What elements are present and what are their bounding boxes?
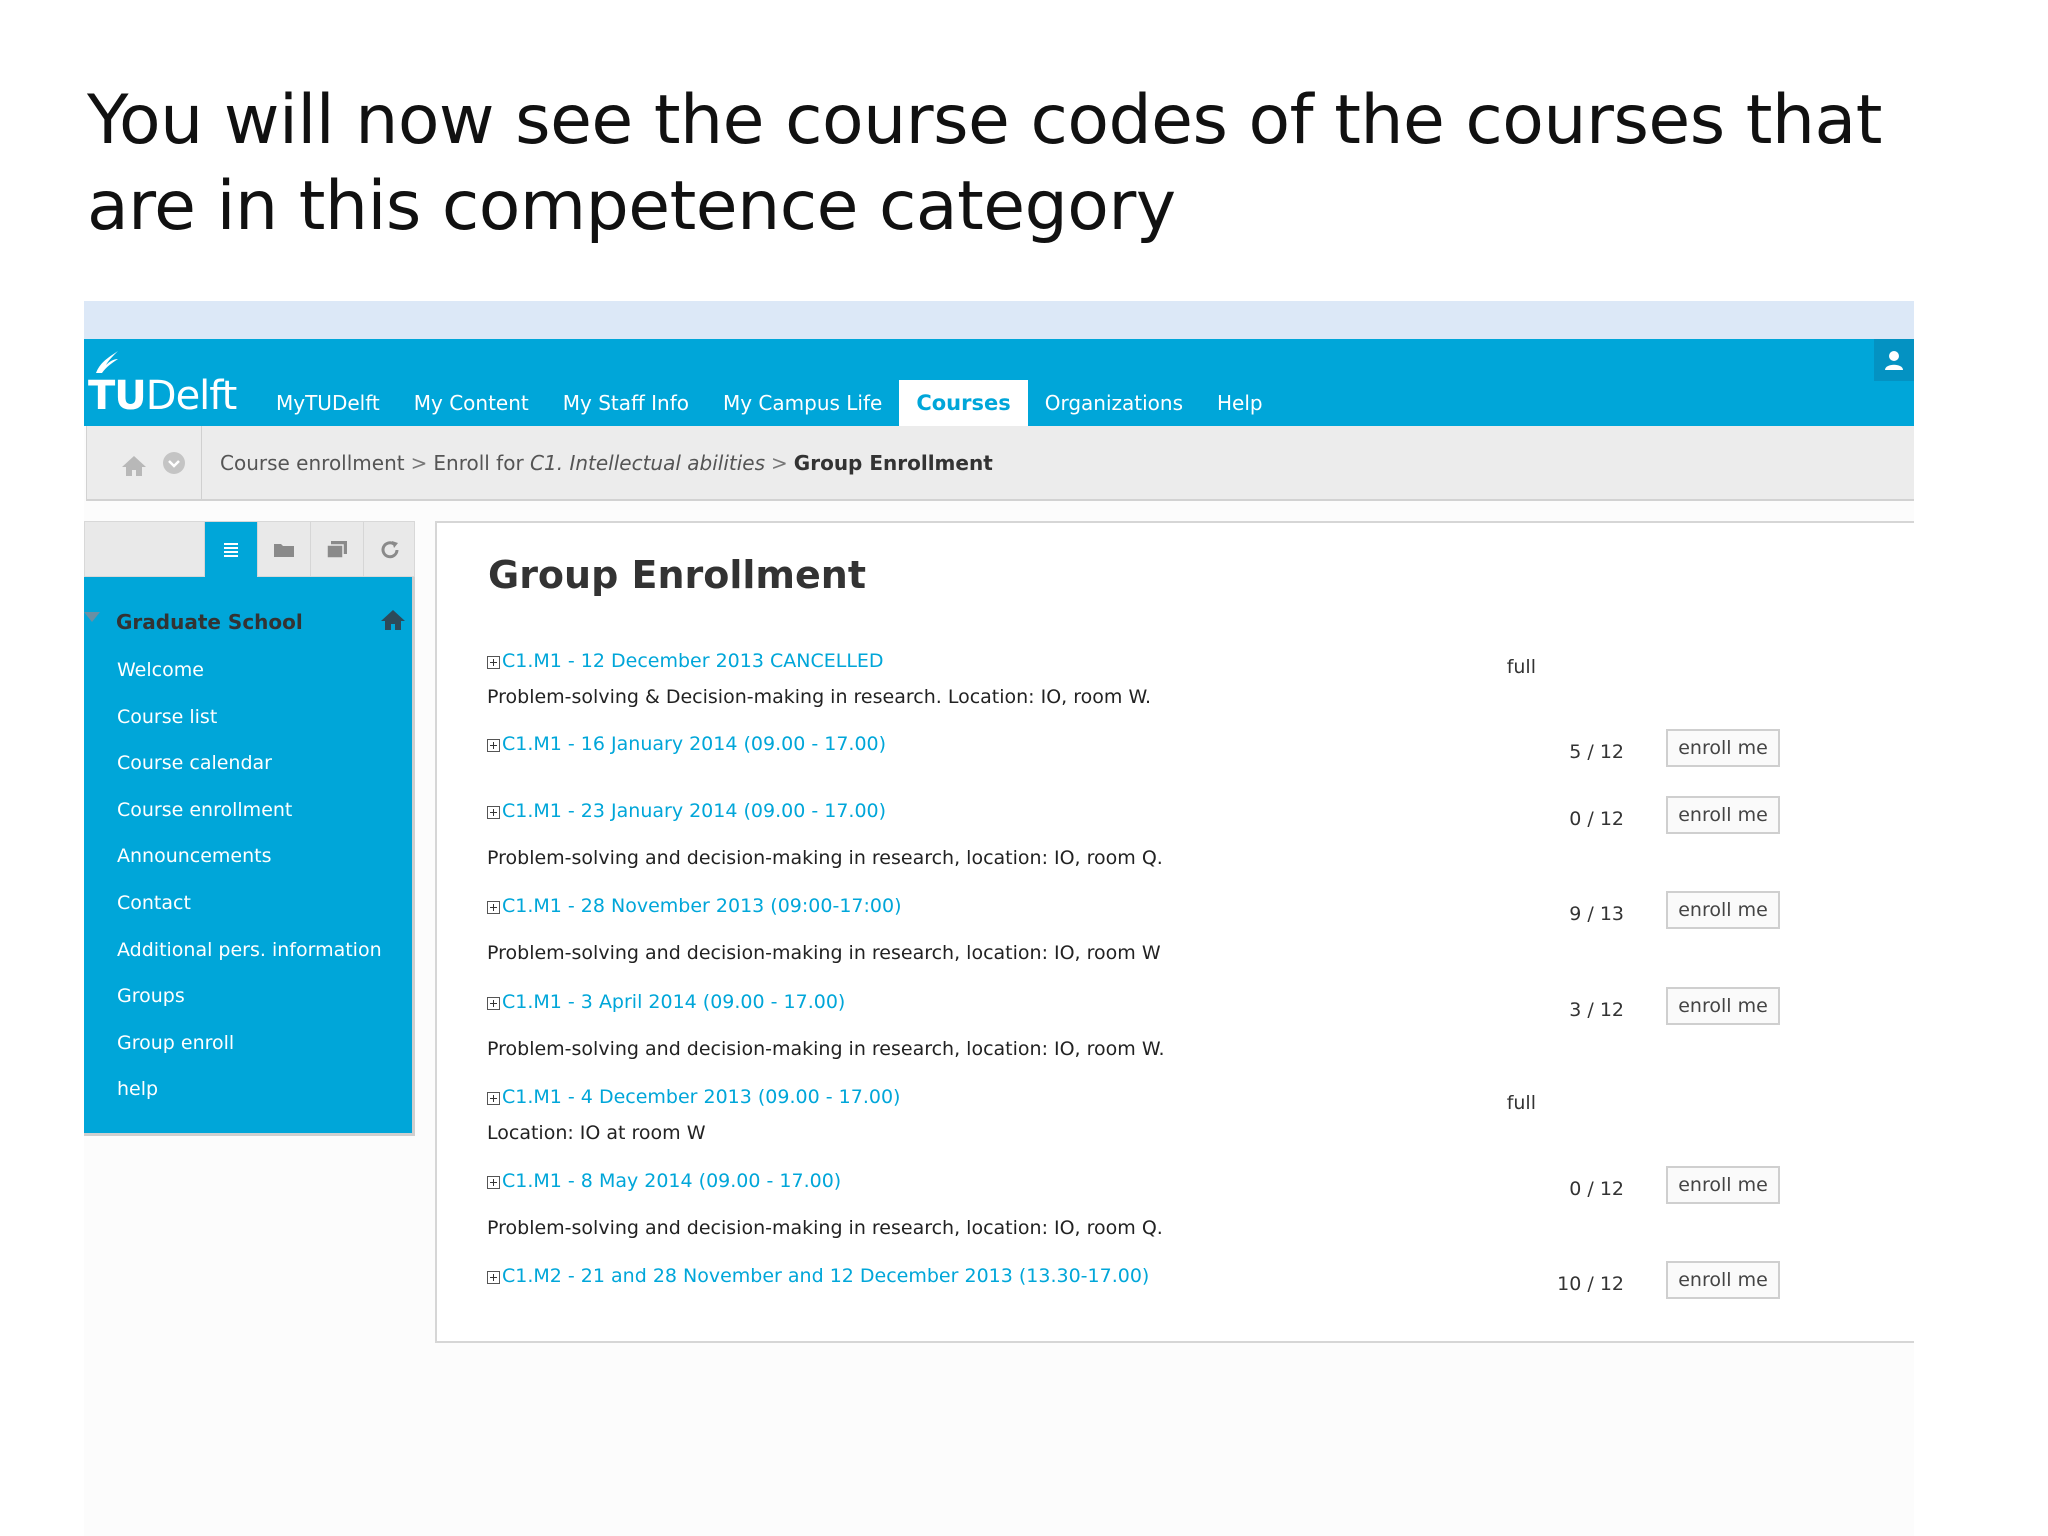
enroll-me-button[interactable]: enroll me — [1666, 1166, 1780, 1204]
expand-plus-icon[interactable] — [487, 1175, 500, 1189]
slide-title-line-2: are in this competence category — [87, 167, 1176, 246]
nav-my-staff-info[interactable]: My Staff Info — [546, 380, 706, 426]
group-count: 10 / 12 — [1557, 1273, 1624, 1295]
breadcrumb-separator: > — [410, 451, 428, 475]
group-link[interactable]: C1.M1 - 28 November 2013 (09:00-17:00) — [487, 895, 902, 917]
refresh-button[interactable] — [363, 522, 416, 577]
group-status: full — [1506, 656, 1536, 678]
logo-text: TUDelft — [88, 373, 237, 419]
sidebar-item-welcome[interactable]: Welcome — [117, 647, 382, 694]
list-icon — [224, 542, 238, 557]
slide-title-line-1: You will now see the course codes of the… — [87, 81, 1882, 160]
main-nav: MyTUDelft My Content My Staff Info My Ca… — [259, 380, 1280, 426]
expand-plus-icon[interactable] — [487, 805, 500, 819]
group-status: full — [1506, 1092, 1536, 1114]
expand-plus-icon[interactable] — [487, 655, 500, 669]
expand-plus-icon[interactable] — [487, 996, 500, 1010]
breadcrumb: Course enrollment > Enroll for C1. Intelle… — [220, 451, 993, 475]
enroll-me-button[interactable]: enroll me — [1666, 987, 1780, 1025]
home-icon[interactable] — [380, 609, 406, 631]
enroll-me-button[interactable]: enroll me — [1666, 1261, 1780, 1299]
breadcrumb-separator: > — [771, 451, 788, 475]
sidebar-item-help[interactable]: help — [117, 1066, 382, 1113]
sidebar-item-announcements[interactable]: Announcements — [117, 833, 382, 880]
group-link[interactable]: C1.M1 - 3 April 2014 (09.00 - 17.00) — [487, 991, 845, 1013]
window-view-button[interactable] — [310, 522, 363, 577]
home-icon[interactable] — [121, 455, 147, 477]
group-count: 3 / 12 — [1569, 999, 1624, 1021]
screenshot-frame: TUDelft MyTUDelft My Content My Staff In… — [84, 301, 1914, 1536]
sidebar-menu: Graduate School Welcome Course list Cour… — [84, 577, 415, 1136]
group-description: Problem-solving and decision-making in r… — [487, 847, 1163, 869]
breadcrumb-bar: Course enrollment > Enroll for C1. Intelle… — [86, 426, 1914, 501]
window-icon — [326, 540, 347, 559]
user-icon — [1885, 351, 1903, 370]
enroll-me-button[interactable]: enroll me — [1666, 891, 1780, 929]
group-description: Problem-solving and decision-making in r… — [487, 942, 1161, 964]
breadcrumb-icons — [87, 426, 202, 499]
expand-plus-icon[interactable] — [487, 900, 500, 914]
group-count: 0 / 12 — [1569, 1178, 1624, 1200]
slide-title: You will now see the course codes of the… — [87, 78, 1887, 250]
group-description: Problem-solving & Decision-making in res… — [487, 686, 1152, 708]
breadcrumb-current: Group Enrollment — [793, 451, 993, 475]
group-link[interactable]: C1.M1 - 12 December 2013 CANCELLED — [487, 650, 884, 672]
sidebar: Graduate School Welcome Course list Cour… — [84, 521, 415, 1136]
flame-icon — [96, 351, 118, 373]
browser-top-strip — [84, 301, 1914, 339]
sidebar-item-groups[interactable]: Groups — [117, 973, 382, 1020]
sidebar-item-course-list[interactable]: Course list — [117, 694, 382, 741]
tudelft-logo[interactable]: TUDelft — [88, 349, 258, 419]
sidebar-item-course-enrollment[interactable]: Course enrollment — [117, 787, 382, 834]
folder-view-button[interactable] — [257, 522, 310, 577]
group-count: 5 / 12 — [1569, 741, 1624, 763]
nav-my-content[interactable]: My Content — [397, 380, 546, 426]
nav-help[interactable]: Help — [1200, 380, 1280, 426]
sidebar-item-course-calendar[interactable]: Course calendar — [117, 740, 382, 787]
chevron-down-icon[interactable] — [162, 451, 186, 475]
group-description: Location: IO at room W — [487, 1122, 706, 1144]
folder-icon — [274, 543, 294, 557]
group-link[interactable]: C1.M1 - 23 January 2014 (09.00 - 17.00) — [487, 800, 886, 822]
expand-plus-icon[interactable] — [487, 1270, 500, 1284]
expand-plus-icon[interactable] — [487, 738, 500, 752]
user-menu-button[interactable] — [1874, 339, 1914, 381]
top-navigation-bar: TUDelft MyTUDelft My Content My Staff In… — [84, 339, 1914, 426]
group-link[interactable]: C1.M1 - 8 May 2014 (09.00 - 17.00) — [487, 1170, 841, 1192]
sidebar-item-contact[interactable]: Contact — [117, 880, 382, 927]
group-link[interactable]: C1.M2 - 21 and 28 November and 12 Decemb… — [487, 1265, 1149, 1287]
collapse-caret-icon[interactable] — [84, 612, 100, 622]
group-count: 0 / 12 — [1569, 808, 1624, 830]
main-content: Group Enrollment C1.M1 - 12 December 201… — [435, 521, 1914, 1343]
nav-my-campus-life[interactable]: My Campus Life — [706, 380, 899, 426]
sidebar-list: Welcome Course list Course calendar Cour… — [117, 647, 382, 1113]
page-title: Group Enrollment — [488, 553, 867, 597]
group-description: Problem-solving and decision-making in r… — [487, 1217, 1163, 1239]
sidebar-heading[interactable]: Graduate School — [116, 610, 303, 634]
breadcrumb-enroll-for[interactable]: Enroll for C1. Intellectual abilities — [433, 451, 765, 475]
group-link[interactable]: C1.M1 - 4 December 2013 (09.00 - 17.00) — [487, 1086, 900, 1108]
group-description: Problem-solving and decision-making in r… — [487, 1038, 1165, 1060]
nav-organizations[interactable]: Organizations — [1028, 380, 1200, 426]
group-count: 9 / 13 — [1569, 903, 1624, 925]
nav-courses[interactable]: Courses — [899, 380, 1028, 426]
sidebar-toolbar — [84, 521, 415, 577]
sidebar-item-group-enroll[interactable]: Group enroll — [117, 1020, 382, 1067]
breadcrumb-course-enrollment[interactable]: Course enrollment — [220, 451, 405, 475]
nav-mytudelft[interactable]: MyTUDelft — [259, 380, 397, 426]
refresh-icon — [381, 540, 399, 558]
expand-plus-icon[interactable] — [487, 1091, 500, 1105]
sidebar-item-additional-info[interactable]: Additional pers. information — [117, 927, 382, 974]
enroll-me-button[interactable]: enroll me — [1666, 729, 1780, 767]
group-link[interactable]: C1.M1 - 16 January 2014 (09.00 - 17.00) — [487, 733, 886, 755]
list-view-button[interactable] — [204, 522, 257, 577]
enroll-me-button[interactable]: enroll me — [1666, 796, 1780, 834]
